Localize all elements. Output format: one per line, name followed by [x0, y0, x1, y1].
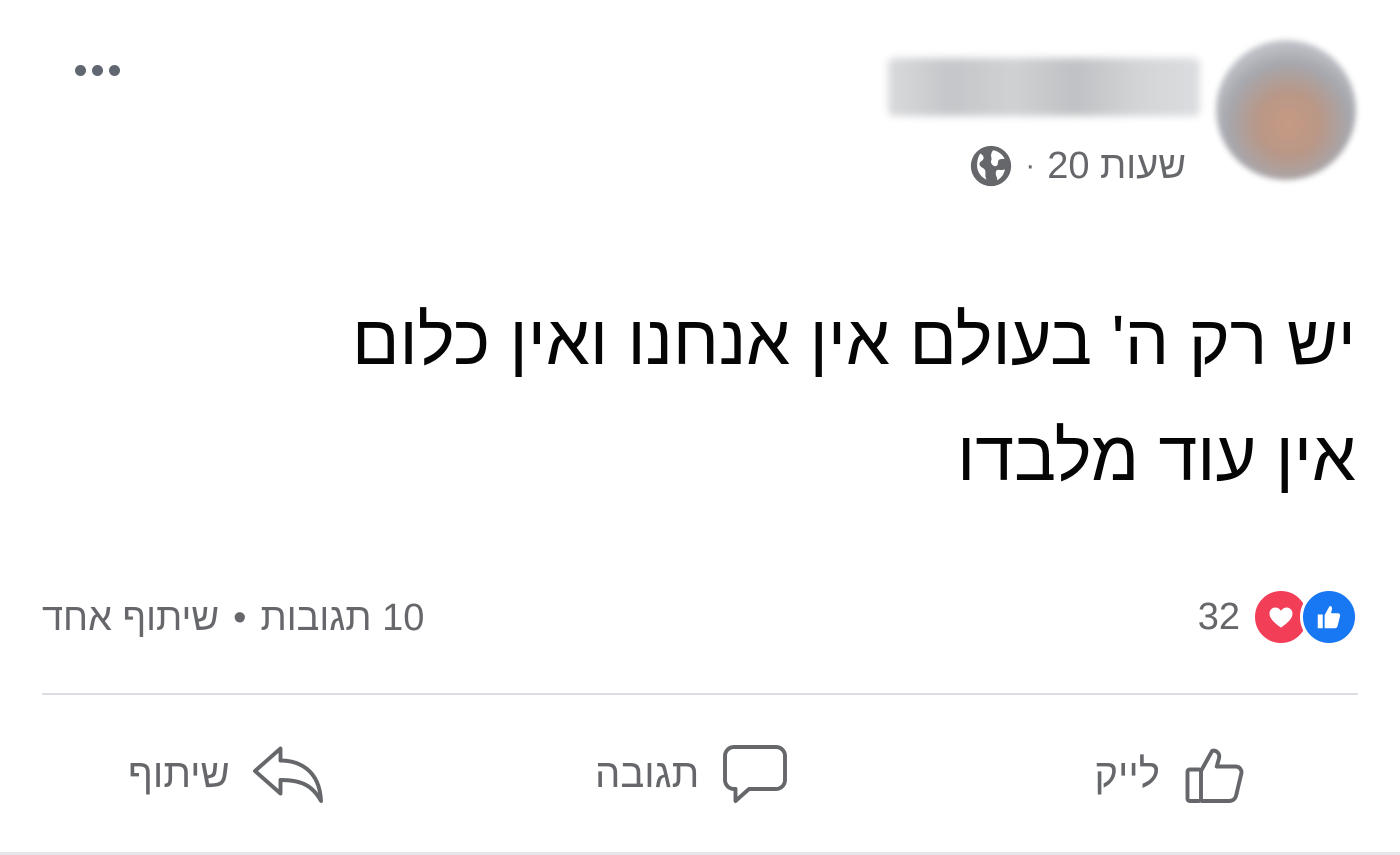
more-dot-icon: [108, 64, 120, 76]
comment-bubble-icon: [723, 745, 788, 803]
comments-count[interactable]: 10 תגובות: [260, 597, 424, 640]
globe-icon[interactable]: [969, 144, 1013, 188]
author-name-blurred[interactable]: [888, 58, 1200, 116]
share-label: שיתוף: [128, 751, 230, 796]
like-button[interactable]: לייק: [1094, 732, 1252, 816]
comment-button[interactable]: תגובה: [595, 732, 791, 816]
like-label: לייק: [1094, 751, 1160, 796]
like-reaction-icon: [1300, 588, 1358, 646]
stats-bullet: •: [233, 596, 247, 639]
post-meta: 20 שעות ·: [969, 140, 1186, 192]
thumbs-up-icon: [1185, 748, 1244, 803]
shares-count[interactable]: שיתוף אחד: [42, 597, 219, 640]
share-button[interactable]: שיתוף: [128, 732, 326, 816]
post-timestamp[interactable]: 20 שעות: [1047, 145, 1186, 188]
more-dot-icon: [74, 64, 86, 76]
reactions-summary[interactable]: 32: [1198, 586, 1358, 648]
divider: [42, 693, 1358, 695]
avatar[interactable]: [1216, 40, 1356, 180]
more-options-button[interactable]: [62, 56, 132, 84]
reaction-count: 32: [1197, 595, 1240, 638]
share-arrow-icon: [252, 746, 323, 803]
meta-separator: ·: [1025, 149, 1036, 182]
more-dot-icon: [91, 64, 103, 76]
engagement-stats: 10 תגובות • שיתוף אחד: [42, 590, 424, 646]
comment-label: תגובה: [595, 751, 700, 796]
post-card: 20 שעות · יש רק ה' בעולם אין אנחנו ואין …: [0, 0, 1400, 855]
post-text: יש רק ה' בעולם אין אנחנו ואין כלום אין ע…: [352, 301, 1356, 495]
